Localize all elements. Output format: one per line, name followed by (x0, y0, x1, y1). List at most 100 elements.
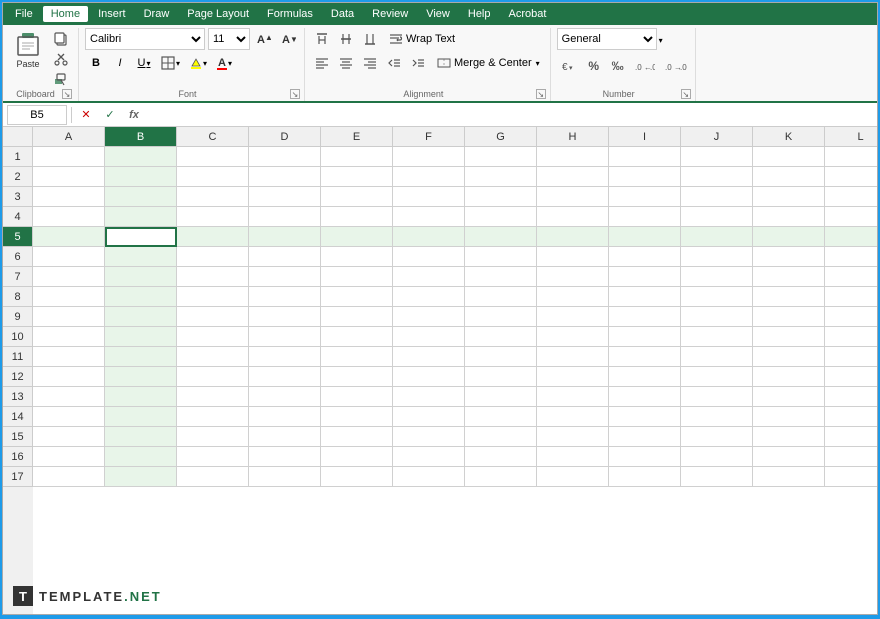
grid-cell[interactable] (681, 207, 753, 227)
grid-cell[interactable] (105, 447, 177, 467)
grid-cell[interactable] (33, 327, 105, 347)
grid-cell[interactable] (465, 467, 537, 487)
grid-cell[interactable] (825, 167, 877, 187)
grid-cell[interactable] (321, 387, 393, 407)
grid-cell[interactable] (537, 407, 609, 427)
grid-cell[interactable] (105, 407, 177, 427)
grid-cell[interactable] (321, 407, 393, 427)
grid-cell[interactable] (393, 287, 465, 307)
grid-cell[interactable] (609, 187, 681, 207)
menu-home[interactable]: Home (43, 6, 88, 22)
grid-cell[interactable] (321, 287, 393, 307)
row-header-1[interactable]: 1 (3, 147, 33, 167)
grid-cell[interactable] (393, 367, 465, 387)
row-header-12[interactable]: 12 (3, 367, 33, 387)
grid-cell[interactable] (609, 147, 681, 167)
bold-button[interactable]: B (85, 52, 107, 74)
align-top-button[interactable] (311, 28, 333, 50)
grid-cell[interactable] (177, 387, 249, 407)
grid-cell[interactable] (177, 467, 249, 487)
grid-cell[interactable] (393, 467, 465, 487)
cell-reference-input[interactable]: B5 (7, 105, 67, 125)
grid-cell[interactable] (825, 347, 877, 367)
col-header-g[interactable]: G (465, 127, 537, 146)
grid-cell[interactable] (321, 167, 393, 187)
grid-cell[interactable] (825, 407, 877, 427)
grid-cell[interactable] (393, 167, 465, 187)
menu-review[interactable]: Review (364, 6, 416, 22)
font-family-select[interactable]: Calibri (85, 28, 205, 50)
grid-cell[interactable] (825, 247, 877, 267)
grid-cell[interactable] (681, 247, 753, 267)
grid-cell[interactable] (537, 287, 609, 307)
fill-color-button[interactable]: ▾ (186, 52, 211, 74)
grid-cell[interactable] (609, 267, 681, 287)
grid-cell[interactable] (825, 287, 877, 307)
grid-cell[interactable] (753, 467, 825, 487)
grid-cell[interactable] (465, 427, 537, 447)
grid-cell[interactable] (753, 387, 825, 407)
grid-cell[interactable] (177, 407, 249, 427)
grid-cell[interactable] (465, 167, 537, 187)
grid-cell[interactable] (681, 147, 753, 167)
grid-cell[interactable] (537, 467, 609, 487)
grid-cell[interactable] (249, 147, 321, 167)
grid-cell[interactable] (177, 267, 249, 287)
fill-dropdown-icon[interactable]: ▾ (203, 59, 207, 68)
grid-cell[interactable] (465, 207, 537, 227)
grid-cell[interactable] (33, 407, 105, 427)
col-header-j[interactable]: J (681, 127, 753, 146)
grid-cell[interactable] (321, 327, 393, 347)
row-header-8[interactable]: 8 (3, 287, 33, 307)
grid-cell[interactable] (753, 407, 825, 427)
grid-cell[interactable] (177, 227, 249, 247)
menu-insert[interactable]: Insert (90, 6, 134, 22)
row-header-11[interactable]: 11 (3, 347, 33, 367)
increase-font-button[interactable]: A▲ (253, 28, 275, 50)
row-header-9[interactable]: 9 (3, 307, 33, 327)
grid-cell[interactable] (321, 447, 393, 467)
grid-cell[interactable] (681, 327, 753, 347)
grid-cell[interactable] (753, 207, 825, 227)
col-header-c[interactable]: C (177, 127, 249, 146)
grid-cell[interactable] (465, 287, 537, 307)
accounting-format-button[interactable]: € ▾ (557, 55, 581, 77)
grid-cell[interactable] (825, 447, 877, 467)
grid-cell[interactable] (825, 427, 877, 447)
row-header-16[interactable]: 16 (3, 447, 33, 467)
increase-decimal-button[interactable]: .0 → .00 (661, 55, 691, 77)
grid-cell[interactable] (681, 227, 753, 247)
grid-cell[interactable] (177, 247, 249, 267)
grid-cell[interactable] (321, 307, 393, 327)
font-size-select[interactable]: 11 (208, 28, 250, 50)
grid-cell[interactable] (537, 367, 609, 387)
grid-cell[interactable] (537, 307, 609, 327)
grid-cell[interactable] (33, 267, 105, 287)
font-color-dropdown-icon[interactable]: ▾ (228, 59, 232, 68)
grid-cell[interactable] (465, 267, 537, 287)
col-header-d[interactable]: D (249, 127, 321, 146)
grid-cell[interactable] (825, 187, 877, 207)
borders-dropdown-icon[interactable]: ▾ (176, 59, 180, 68)
grid-cell[interactable] (825, 227, 877, 247)
grid-cell[interactable] (33, 387, 105, 407)
grid-cell[interactable] (33, 287, 105, 307)
grid-cell[interactable] (609, 427, 681, 447)
grid-cell[interactable] (609, 227, 681, 247)
row-header-17[interactable]: 17 (3, 467, 33, 487)
menu-data[interactable]: Data (323, 6, 362, 22)
col-header-e[interactable]: E (321, 127, 393, 146)
grid-cell[interactable] (177, 447, 249, 467)
grid-cell[interactable] (33, 367, 105, 387)
grid-cell[interactable] (465, 347, 537, 367)
grid-cell[interactable] (249, 247, 321, 267)
grid-cell[interactable] (105, 147, 177, 167)
grid-cell[interactable] (537, 347, 609, 367)
grid-cell[interactable] (537, 187, 609, 207)
grid-cell[interactable] (249, 447, 321, 467)
grid-cell[interactable] (105, 167, 177, 187)
confirm-input-button[interactable]: ✓ (100, 105, 120, 125)
grid-cell[interactable] (105, 227, 177, 247)
grid-cell[interactable] (609, 347, 681, 367)
insert-function-button[interactable]: fx (124, 105, 144, 125)
